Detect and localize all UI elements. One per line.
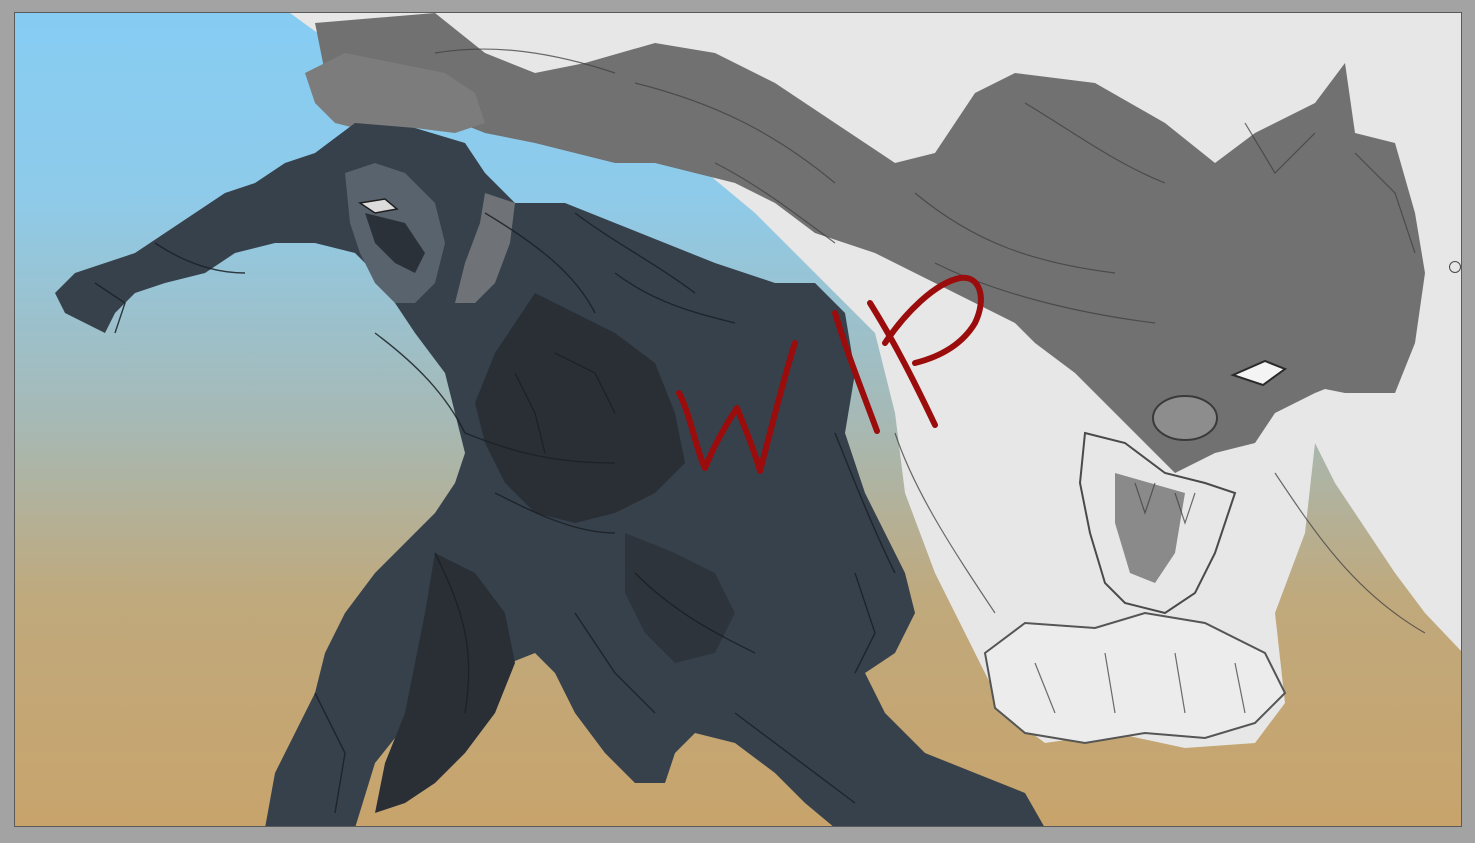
resize-handle-icon[interactable] <box>1449 261 1461 273</box>
drawing-canvas[interactable] <box>14 12 1462 827</box>
app-window <box>0 0 1475 843</box>
artwork <box>15 13 1461 826</box>
wolf-nose <box>1152 395 1218 441</box>
